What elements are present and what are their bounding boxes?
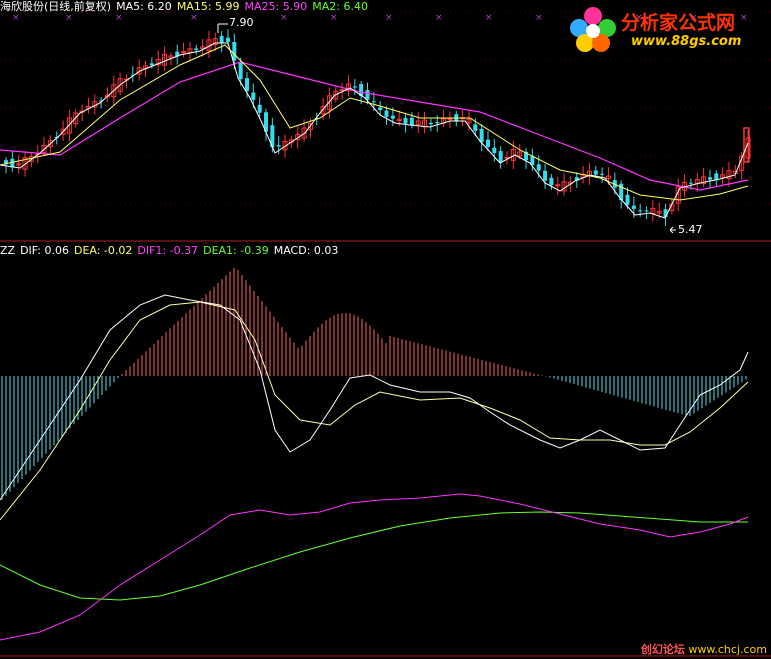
candle-down bbox=[232, 41, 237, 61]
candle-up bbox=[447, 118, 453, 121]
x-marker-icon: × bbox=[435, 13, 443, 23]
x-marker-icon: × bbox=[280, 13, 288, 23]
candle-down bbox=[403, 117, 408, 124]
ma15-readout: MA15: 5.99 bbox=[176, 0, 240, 13]
dif1-readout: DIF1: -0.37 bbox=[137, 244, 199, 257]
candle-down bbox=[225, 37, 230, 42]
candle-down bbox=[625, 194, 630, 205]
high-marker bbox=[217, 23, 228, 33]
candle-down bbox=[435, 122, 440, 124]
candle-down bbox=[644, 210, 649, 212]
x-marker-icon: × bbox=[535, 13, 543, 23]
candle-down bbox=[428, 122, 433, 125]
candle-down bbox=[492, 147, 497, 154]
candle-down bbox=[631, 205, 636, 209]
low-marker bbox=[669, 226, 676, 234]
candle-down bbox=[365, 90, 370, 100]
ma2-readout: MA2: 6.40 bbox=[312, 0, 368, 13]
x-marker-icon: × bbox=[485, 13, 493, 23]
candle-down bbox=[219, 35, 224, 44]
dea1-line bbox=[0, 511, 748, 601]
price-header: 海欣股份(日线,前复权) MA5: 6.20 MA15: 5.99 MA25: 5.9… bbox=[0, 0, 373, 13]
ma25-line bbox=[0, 61, 749, 191]
candle-down bbox=[707, 177, 712, 180]
x-marker-icon: × bbox=[65, 13, 73, 23]
ma5-line bbox=[0, 42, 749, 219]
forum-watermark: 创幻论坛 www.chcj.com bbox=[641, 641, 767, 657]
high-price-label: 7.90 bbox=[229, 16, 254, 29]
candle-down bbox=[536, 164, 541, 171]
dif-line bbox=[0, 294, 749, 501]
candle-down bbox=[600, 173, 605, 175]
candle-down bbox=[390, 115, 395, 119]
candle-down bbox=[549, 177, 554, 186]
watermark-logo: 分析家公式网 www.88gs.com bbox=[565, 4, 765, 54]
candle-down bbox=[194, 48, 199, 50]
candle-down bbox=[485, 139, 490, 147]
forum-label: 创幻论坛 bbox=[640, 643, 685, 656]
candle-down bbox=[543, 170, 548, 181]
dif-readout: DIF: 0.06 bbox=[20, 244, 69, 257]
x-marker-icon: × bbox=[115, 13, 123, 23]
x-marker-icon: × bbox=[190, 13, 198, 23]
ma25-readout: MA25: 5.90 bbox=[244, 0, 308, 13]
candle-down bbox=[409, 117, 414, 126]
low-price-label: 5.47 bbox=[678, 223, 703, 236]
candle-down bbox=[251, 92, 256, 100]
candle-down bbox=[244, 78, 249, 92]
macd-readout: MACD: 0.03 bbox=[273, 244, 339, 257]
indicator-header: ZZ DIF: 0.06 DEA: -0.02 DIF1: -0.37 DEA1: -0… bbox=[0, 244, 343, 257]
candle-down bbox=[276, 145, 281, 147]
ma5-readout: MA5: 6.20 bbox=[116, 0, 172, 13]
candle-down bbox=[498, 151, 503, 162]
watermark-url: www.88gs.com bbox=[631, 34, 742, 49]
stock-title: 海欣股份(日线,前复权) bbox=[0, 0, 112, 13]
forum-url: www.chcj.com bbox=[688, 643, 767, 656]
watermark-title: 分析家公式网 bbox=[621, 12, 736, 34]
indicator-name: ZZ bbox=[0, 244, 16, 257]
dea-readout: DEA: -0.02 bbox=[73, 244, 133, 257]
candle-down bbox=[149, 63, 154, 66]
candle-down bbox=[638, 210, 643, 212]
candle-down bbox=[352, 86, 357, 88]
candle-down bbox=[384, 110, 389, 117]
x-marker-icon: × bbox=[385, 13, 393, 23]
x-marker-icon: × bbox=[330, 13, 338, 23]
flower-logo-icon bbox=[570, 7, 616, 52]
candle-down bbox=[593, 170, 598, 175]
candle-down bbox=[378, 107, 383, 111]
candle-down bbox=[257, 104, 262, 113]
dea1-readout: DEA1: -0.39 bbox=[203, 244, 269, 257]
stock-chart: ×××××××××××××× bbox=[0, 11, 771, 657]
candle-down bbox=[371, 101, 376, 103]
candle-down bbox=[688, 182, 693, 184]
candle-down bbox=[238, 62, 243, 80]
dif1-line bbox=[0, 493, 749, 641]
candle-down bbox=[479, 128, 484, 143]
x-marker-icon: × bbox=[12, 13, 20, 23]
candle-down bbox=[473, 124, 478, 131]
